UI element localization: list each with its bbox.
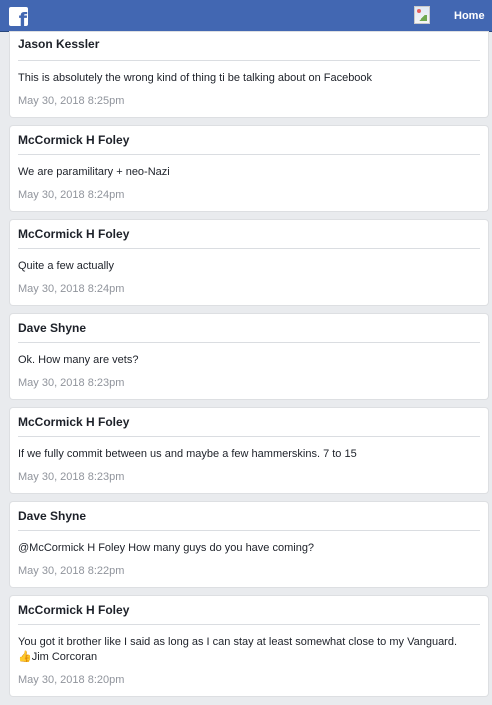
divider bbox=[18, 342, 480, 343]
message-timestamp: May 30, 2018 8:24pm bbox=[18, 189, 125, 201]
message-timestamp: May 30, 2018 8:20pm bbox=[18, 674, 125, 686]
message-card: McCormick H Foley We are paramilitary + … bbox=[10, 126, 488, 211]
broken-image-icon[interactable] bbox=[414, 6, 430, 24]
facebook-logo-letter: f bbox=[18, 9, 27, 27]
message-author[interactable]: Jason Kessler bbox=[18, 37, 99, 51]
message-text: We are paramilitary + neo-Nazi bbox=[18, 166, 170, 178]
reaction-line[interactable]: 👍Jim Corcoran bbox=[18, 650, 480, 665]
message-text: If we fully commit between us and maybe … bbox=[18, 448, 357, 460]
message-text: @McCormick H Foley How many guys do you … bbox=[18, 542, 315, 554]
message-card: McCormick H Foley If we fully commit bet… bbox=[10, 408, 488, 493]
message-text-block: You got it brother like I said as long a… bbox=[18, 635, 480, 665]
message-text: Quite a few actually bbox=[18, 260, 114, 272]
message-author[interactable]: McCormick H Foley bbox=[18, 133, 129, 147]
divider bbox=[18, 624, 480, 625]
divider bbox=[18, 530, 480, 531]
message-text: Ok. How many are vets? bbox=[18, 354, 139, 366]
message-card: McCormick H Foley You got it brother lik… bbox=[10, 596, 488, 696]
home-link[interactable]: Home bbox=[454, 10, 485, 22]
message-timestamp: May 30, 2018 8:23pm bbox=[18, 471, 125, 483]
message-author[interactable]: McCormick H Foley bbox=[18, 415, 129, 429]
top-navigation-bar: f Home bbox=[0, 0, 492, 32]
divider bbox=[18, 154, 480, 155]
message-author[interactable]: Dave Shyne bbox=[18, 509, 86, 523]
message-card: Jason Kessler This is absolutely the wro… bbox=[10, 32, 488, 117]
message-author[interactable]: McCormick H Foley bbox=[18, 603, 129, 617]
message-author[interactable]: McCormick H Foley bbox=[18, 227, 129, 241]
message-text: You got it brother like I said as long a… bbox=[18, 636, 458, 648]
message-timestamp: May 30, 2018 8:23pm bbox=[18, 377, 125, 389]
message-list: Jason Kessler This is absolutely the wro… bbox=[10, 32, 488, 705]
message-timestamp: May 30, 2018 8:22pm bbox=[18, 565, 125, 577]
message-card: Dave Shyne @McCormick H Foley How many g… bbox=[10, 502, 488, 587]
message-timestamp: May 30, 2018 8:24pm bbox=[18, 283, 125, 295]
message-author[interactable]: Dave Shyne bbox=[18, 321, 86, 335]
message-card: Dave Shyne Ok. How many are vets? May 30… bbox=[10, 314, 488, 399]
divider bbox=[18, 60, 480, 61]
message-timestamp: May 30, 2018 8:25pm bbox=[18, 95, 125, 107]
divider bbox=[18, 436, 480, 437]
message-text: This is absolutely the wrong kind of thi… bbox=[18, 72, 373, 84]
message-card: McCormick H Foley Quite a few actually M… bbox=[10, 220, 488, 305]
divider bbox=[18, 248, 480, 249]
facebook-logo-icon[interactable]: f bbox=[9, 7, 28, 26]
